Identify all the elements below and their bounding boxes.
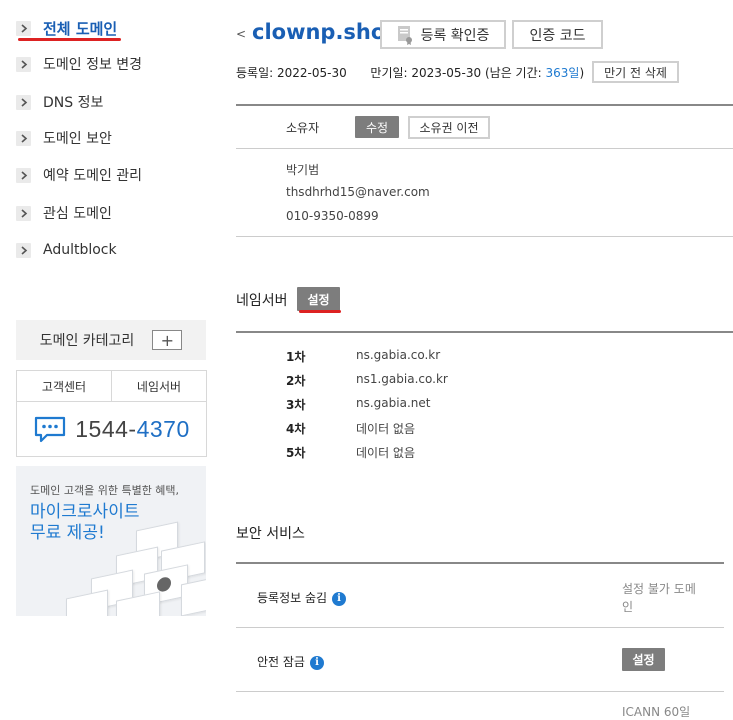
- phone-suffix: 4370: [136, 415, 190, 442]
- chevron-right-icon: [16, 56, 31, 72]
- add-category-button[interactable]: +: [152, 330, 183, 350]
- support-box: 고객센터 네임서버 1544-4370: [16, 370, 207, 457]
- remaining-suffix: ): [579, 66, 585, 80]
- ns-row-label: 4차: [286, 422, 306, 436]
- status-line: 설정 불가 도메: [622, 582, 696, 596]
- security-status-unavailable: 설정 불가 도메 인: [622, 580, 696, 616]
- sidebar-item-all-domains[interactable]: 전체 도메인: [16, 17, 117, 39]
- expiry-label: 만기일:: [370, 66, 408, 80]
- info-icon[interactable]: i: [309, 655, 324, 670]
- sidebar-item-security[interactable]: 도메인 보안: [16, 127, 112, 149]
- banner-title-line2: 무료 제공!: [30, 523, 105, 543]
- ns-row-value: ns.gabia.co.kr: [356, 348, 441, 362]
- chevron-right-icon: [16, 167, 31, 183]
- domain-category-box: 도메인 카테고리 +: [16, 320, 206, 360]
- chevron-right-icon: [16, 130, 31, 146]
- certificate-icon: [397, 25, 412, 45]
- sidebar-item-watchlist[interactable]: 관심 도메인: [16, 202, 112, 224]
- back-button[interactable]: <: [236, 27, 246, 41]
- ns-row-value: ns.gabia.net: [356, 396, 431, 410]
- chevron-right-icon: [16, 242, 31, 258]
- divider: [236, 562, 724, 564]
- security-row-hide-info: 등록정보 숨김 i: [257, 589, 347, 606]
- nameserver-set-button[interactable]: 설정: [297, 287, 340, 311]
- security-row-label: 등록정보 숨김: [257, 591, 328, 605]
- owner-name: 박기범: [286, 163, 320, 177]
- safe-lock-set-button[interactable]: 설정: [622, 648, 665, 671]
- sidebar-item-label: 도메인 정보 변경: [43, 57, 143, 73]
- banner-title: 마이크로사이트 무료 제공!: [30, 502, 139, 544]
- owner-label: 소유자: [286, 121, 320, 135]
- sidebar-item-reserved[interactable]: 예약 도메인 관리: [16, 164, 142, 186]
- red-annotation-underline: [299, 310, 341, 313]
- divider: [236, 627, 724, 628]
- sidebar-item-label: 도메인 보안: [43, 131, 112, 147]
- registered-label: 등록일:: [236, 66, 274, 80]
- ownership-transfer-button[interactable]: 소유권 이전: [408, 116, 490, 139]
- security-row-label: 안전 잠금: [257, 655, 305, 669]
- microsite-banner[interactable]: 도메인 고객을 위한 특별한 혜택, 마이크로사이트 무료 제공!: [16, 466, 206, 616]
- chevron-right-icon: [16, 94, 31, 110]
- auth-code-button[interactable]: 인증 코드: [512, 20, 603, 49]
- pre-expiry-delete-button[interactable]: 만기 전 삭제: [592, 61, 679, 83]
- sidebar-item-domain-info[interactable]: 도메인 정보 변경: [16, 53, 142, 75]
- sidebar-item-label: 전체 도메인: [43, 19, 118, 38]
- domain-title: clownp.shop: [252, 20, 401, 44]
- ns-row-label: 1차: [286, 350, 306, 364]
- ns-row-value: 데이터 없음: [356, 422, 416, 436]
- ns-row-label: 5차: [286, 446, 306, 460]
- divider: [236, 236, 733, 237]
- security-status-partial: ICANN 60일: [622, 705, 691, 719]
- chat-bubble-icon: [35, 416, 66, 443]
- ns-row-value: 데이터 없음: [356, 446, 416, 460]
- expiry-date: 2023-05-30: [411, 66, 482, 80]
- ns-row-label: 2차: [286, 374, 306, 388]
- divider: [236, 691, 724, 692]
- phone-prefix: 1544-: [75, 415, 137, 442]
- divider: [236, 104, 733, 106]
- owner-edit-button[interactable]: 수정: [355, 116, 399, 138]
- sidebar-item-label: 예약 도메인 관리: [43, 168, 143, 184]
- registration-certificate-button[interactable]: 등록 확인증: [380, 20, 506, 49]
- divider: [236, 148, 733, 149]
- banner-subtitle: 도메인 고객을 위한 특별한 혜택,: [30, 484, 180, 497]
- domain-category-label: 도메인 카테고리: [39, 333, 135, 349]
- registration-certificate-label: 등록 확인증: [420, 27, 490, 44]
- tab-customer-center[interactable]: 고객센터: [17, 371, 111, 401]
- security-row-safe-lock: 안전 잠금 i: [257, 653, 324, 670]
- registration-dates: 등록일: 2022-05-30 만기일: 2023-05-30 (남은 기간: …: [236, 64, 584, 81]
- owner-email: thsdhrhd15@naver.com: [286, 185, 430, 199]
- sidebar-item-label: 관심 도메인: [43, 206, 112, 222]
- owner-phone: 010-9350-0899: [286, 209, 379, 223]
- chevron-right-icon: [16, 20, 31, 36]
- sidebar-item-adultblock[interactable]: Adultblock: [16, 239, 117, 261]
- ns-row-value: ns1.gabia.co.kr: [356, 372, 448, 386]
- registered-date: 2022-05-30: [277, 66, 347, 80]
- tab-nameserver[interactable]: 네임서버: [111, 371, 206, 401]
- security-title: 보안 서비스: [236, 526, 305, 542]
- divider: [236, 331, 733, 333]
- banner-title-line1: 마이크로사이트: [30, 502, 140, 522]
- nameserver-title: 네임서버: [236, 293, 288, 309]
- sidebar-item-dns[interactable]: DNS 정보: [16, 91, 103, 113]
- ns-row-label: 3차: [286, 398, 306, 412]
- sidebar-item-label: DNS 정보: [43, 95, 104, 111]
- red-annotation-underline: [18, 38, 121, 41]
- status-line: 인: [622, 600, 634, 614]
- remaining-prefix: (남은 기간:: [484, 66, 542, 80]
- info-icon[interactable]: i: [332, 591, 347, 606]
- chevron-right-icon: [16, 205, 31, 221]
- sidebar-item-label: Adultblock: [43, 242, 117, 258]
- remaining-days: 363일: [545, 66, 580, 80]
- support-phone: 1544-4370: [17, 402, 206, 456]
